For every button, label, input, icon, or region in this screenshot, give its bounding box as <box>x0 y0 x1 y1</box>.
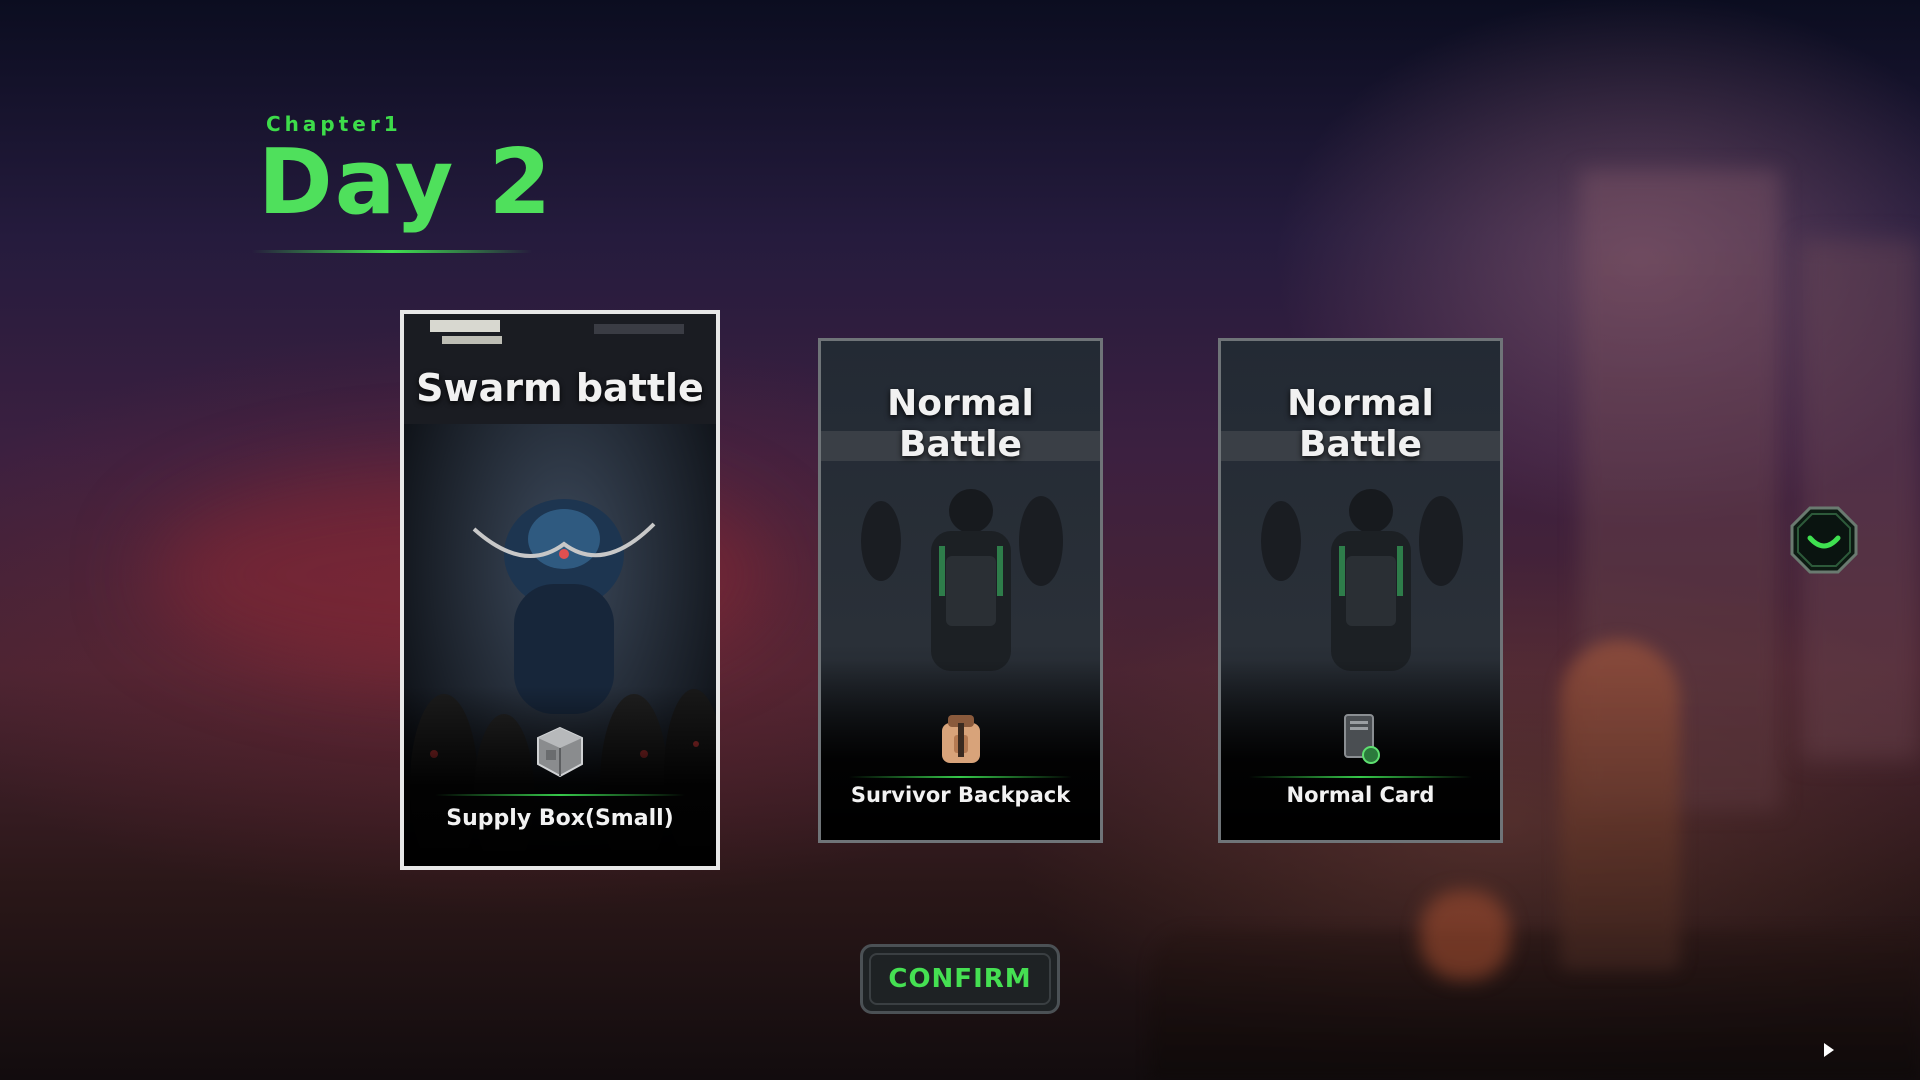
reward-divider <box>1248 776 1473 778</box>
emote-button[interactable] <box>1790 506 1858 574</box>
smile-icon <box>1790 506 1858 574</box>
reward-label: Supply Box(Small) <box>446 806 674 831</box>
battle-card-swarm[interactable]: Swarm battle Supply Box(Small) <box>400 310 720 870</box>
card-title: Normal Battle <box>887 383 1034 465</box>
reward-divider <box>435 794 685 796</box>
title-underline <box>252 250 532 253</box>
reward-label: Survivor Backpack <box>850 783 1071 807</box>
card-title: Swarm battle <box>416 366 704 410</box>
reward-label: Normal Card <box>1286 783 1435 807</box>
card-icon <box>1341 713 1381 769</box>
reward-divider <box>848 776 1073 778</box>
battle-card-normal-2[interactable]: Normal Battle Normal Card <box>1218 338 1503 843</box>
card-title: Normal Battle <box>1287 383 1434 465</box>
backpack-icon <box>934 711 988 771</box>
day-title: Day 2 <box>258 130 554 235</box>
confirm-button[interactable]: CONFIRM <box>860 944 1060 1014</box>
cursor-icon <box>1822 1042 1836 1062</box>
supply-box-icon <box>534 724 586 784</box>
confirm-label: CONFIRM <box>888 964 1032 994</box>
battle-card-normal-1[interactable]: Normal Battle Survivor Backpack <box>818 338 1103 843</box>
